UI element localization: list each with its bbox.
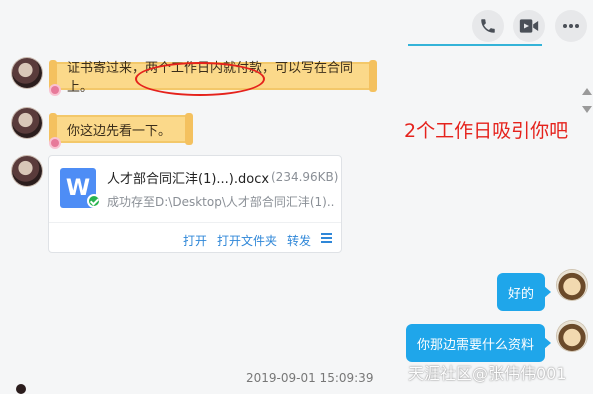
video-camera-icon (519, 19, 539, 33)
user-avatar[interactable] (557, 270, 587, 300)
reply-text: 你那边需要什么资料 (417, 337, 535, 353)
flower-decoration-icon (51, 86, 59, 94)
reply-bubble: 你那边需要什么资料 (406, 324, 552, 362)
contact-avatar[interactable] (12, 58, 42, 88)
red-annotation-text: 2个工作日吸引你吧 (404, 120, 569, 142)
flower-decoration-icon (51, 139, 59, 147)
divider (49, 222, 341, 223)
scroll-up-arrow-icon[interactable] (582, 88, 592, 95)
phone-icon (481, 19, 495, 33)
check-icon (87, 194, 101, 208)
scroll-down-arrow-icon[interactable] (582, 106, 592, 113)
reply-bubble: 好的 (497, 273, 552, 311)
file-card[interactable]: W 人才部合同汇沣(1)...).docx (234.96KB) 成功存至D:\… (48, 155, 342, 253)
red-highlight-circle (135, 62, 265, 96)
contact-avatar[interactable] (12, 156, 42, 186)
file-save-status: 成功存至D:\Desktop\人才部合同汇沣(1)... (107, 195, 335, 209)
message-timestamp: 2019-09-01 15:09:39 (246, 371, 374, 385)
contact-avatar[interactable] (12, 108, 42, 138)
open-file-link[interactable]: 打开 (183, 232, 207, 249)
menu-icon[interactable] (321, 233, 332, 243)
user-avatar[interactable] (557, 321, 587, 351)
more-options-button[interactable] (555, 10, 587, 42)
message-bubble: 你这边先看一下。 (49, 113, 193, 145)
message-text: 你这边先看一下。 (67, 123, 172, 139)
more-dots-icon (563, 24, 579, 28)
file-size: (234.96KB) (271, 170, 339, 184)
file-name[interactable]: 人才部合同汇沣(1)...).docx (107, 168, 269, 187)
voice-call-button[interactable] (472, 10, 504, 42)
toolbar-accent-line (408, 44, 542, 46)
contact-avatar-partial (16, 384, 26, 394)
forward-link[interactable]: 转发 (287, 232, 311, 249)
watermark: 天涯社区@张伟伟001 (408, 364, 567, 383)
video-call-button[interactable] (513, 10, 545, 42)
open-folder-link[interactable]: 打开文件夹 (217, 232, 277, 249)
reply-text: 好的 (508, 286, 535, 302)
